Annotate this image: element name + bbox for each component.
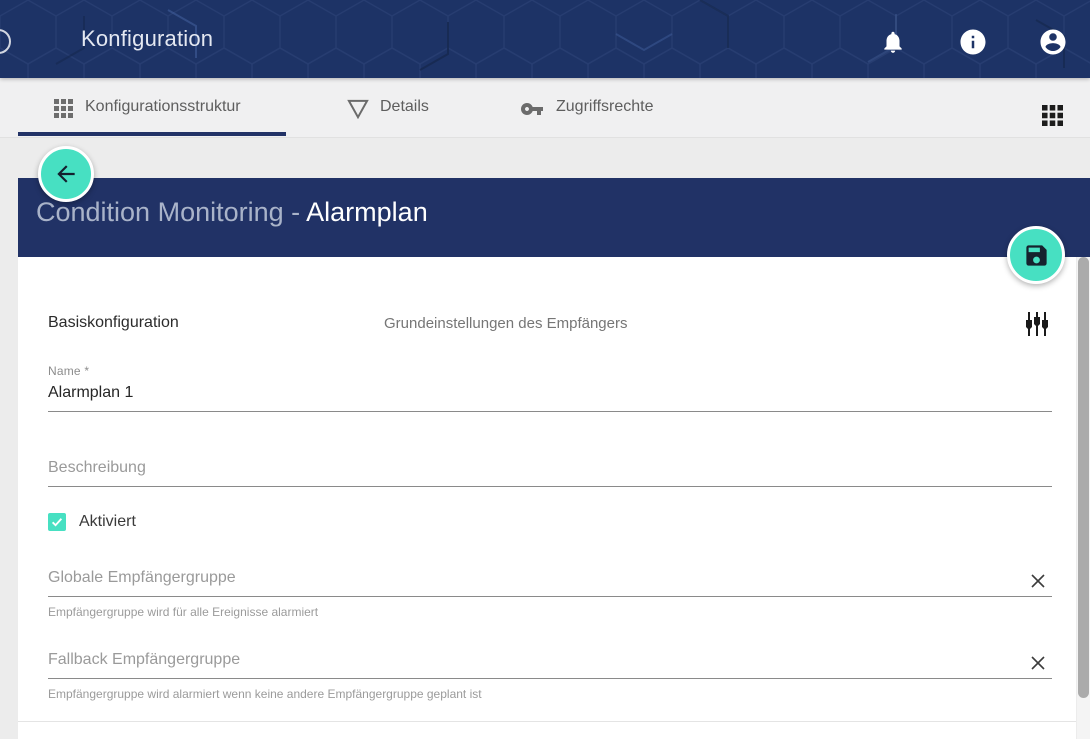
- tab-details[interactable]: Details: [330, 78, 500, 138]
- apps-grid-icon: [1042, 105, 1063, 126]
- app-title: Konfiguration: [81, 26, 213, 52]
- activated-checkbox-label: Aktiviert: [79, 513, 136, 531]
- global-empfaengergruppe-input[interactable]: [48, 565, 1052, 597]
- activated-checkbox-row[interactable]: Aktiviert: [48, 509, 136, 535]
- scrollbar-track[interactable]: [1077, 257, 1090, 739]
- name-input[interactable]: [48, 380, 1052, 412]
- scrollbar-thumb[interactable]: [1078, 257, 1089, 698]
- apps-menu-button[interactable]: [1042, 105, 1063, 126]
- basiskonfiguration-card: Basiskonfiguration Grundeinstellungen de…: [18, 257, 1076, 739]
- save-button[interactable]: [1007, 226, 1065, 284]
- tab-label: Konfigurationsstruktur: [85, 98, 241, 116]
- tab-zugriffsrechte[interactable]: Zugriffsrechte: [505, 78, 690, 138]
- name-field-label: Name *: [48, 364, 89, 378]
- page-title-emphasis: Alarmplan: [306, 197, 428, 227]
- activated-checkbox[interactable]: [48, 513, 66, 531]
- section-divider: [18, 721, 1076, 722]
- section-title: Basiskonfiguration: [48, 314, 179, 332]
- save-icon: [1023, 242, 1050, 269]
- notifications-button[interactable]: [880, 29, 906, 55]
- app-bar: Konfiguration: [0, 0, 1090, 78]
- tab-label: Zugriffsrechte: [556, 98, 654, 116]
- check-icon: [50, 515, 64, 529]
- info-button[interactable]: [958, 27, 988, 57]
- page-title: Condition Monitoring - Alarmplan: [36, 195, 428, 229]
- key-icon: [519, 97, 545, 121]
- grid-icon: [54, 99, 73, 118]
- notifications-icon: [880, 29, 906, 55]
- clear-fallback-empfaengergruppe-button[interactable]: [1029, 654, 1047, 672]
- active-tab-indicator: [18, 132, 286, 136]
- description-input[interactable]: [48, 455, 1052, 487]
- account-icon: [1038, 27, 1068, 57]
- tab-konfigurationsstruktur[interactable]: Konfigurationsstruktur: [18, 78, 286, 138]
- arrow-left-icon: [53, 161, 79, 187]
- advanced-settings-button[interactable]: [1024, 311, 1050, 337]
- section-subtitle: Grundeinstellungen des Empfängers: [384, 315, 628, 332]
- fallback-empfaengergruppe-hint: Empfängergruppe wird alarmiert wenn kein…: [48, 687, 482, 701]
- page-header: Condition Monitoring - Alarmplan: [18, 178, 1090, 257]
- fallback-empfaengergruppe-input[interactable]: [48, 647, 1052, 679]
- triangle-icon: [347, 99, 369, 119]
- tab-bar: Konfigurationsstruktur Details Zugriffsr…: [0, 78, 1090, 138]
- clear-global-empfaengergruppe-button[interactable]: [1029, 572, 1047, 590]
- close-icon: [1029, 572, 1047, 590]
- sliders-icon: [1024, 311, 1050, 337]
- back-button[interactable]: [38, 146, 94, 202]
- tab-label: Details: [380, 98, 429, 116]
- account-button[interactable]: [1038, 27, 1068, 57]
- page-title-prefix: Condition Monitoring -: [36, 197, 306, 227]
- info-icon: [958, 27, 988, 57]
- close-icon: [1029, 654, 1047, 672]
- global-empfaengergruppe-hint: Empfängergruppe wird für alle Ereignisse…: [48, 605, 318, 619]
